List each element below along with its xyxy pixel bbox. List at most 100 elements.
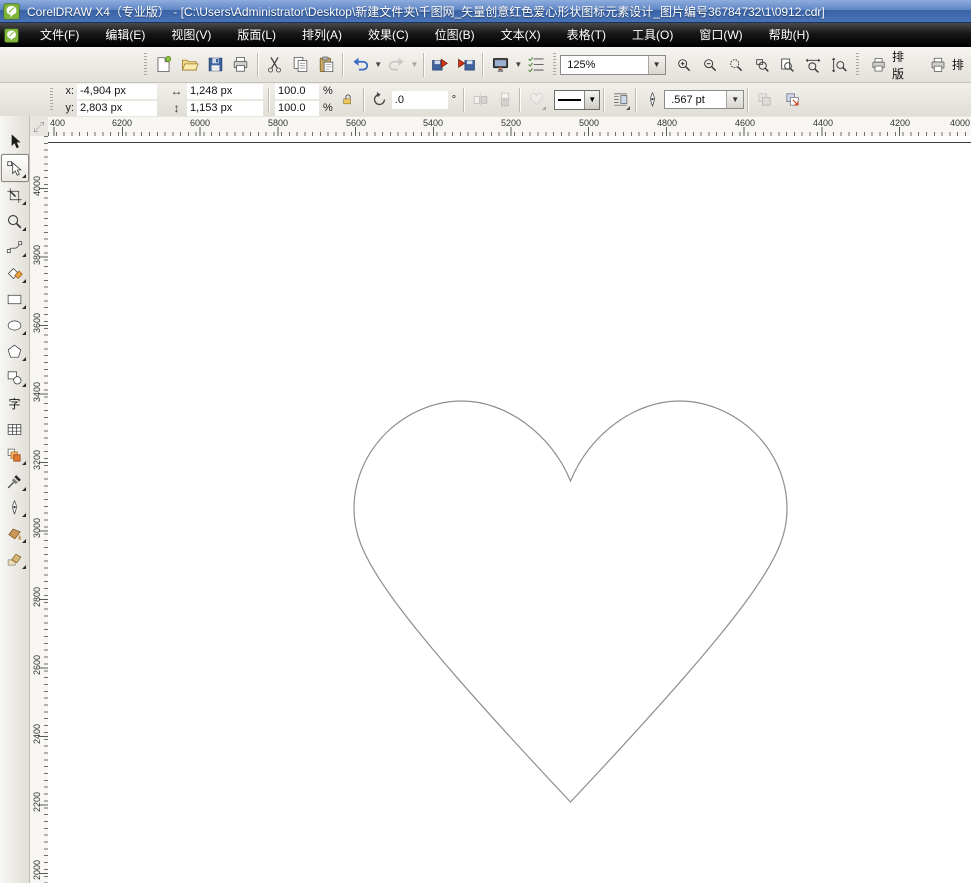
application-launcher-button[interactable] bbox=[487, 52, 513, 78]
ruler-label: 3400 bbox=[32, 377, 42, 407]
scale-v-field[interactable]: 100.0 bbox=[275, 101, 319, 116]
rectangle-tool[interactable] bbox=[2, 286, 28, 312]
save-button[interactable] bbox=[202, 52, 228, 78]
zoom-tool[interactable] bbox=[2, 208, 28, 234]
application-launcher-dropdown[interactable]: ▼ bbox=[513, 52, 524, 78]
zoom-level-dropdown-button[interactable]: ▼ bbox=[648, 56, 665, 74]
toolbar-drag-handle[interactable] bbox=[856, 53, 859, 77]
menu-window[interactable]: 窗口(W) bbox=[686, 23, 755, 47]
cut-button[interactable] bbox=[262, 52, 288, 78]
scale-with-object-button[interactable] bbox=[780, 88, 804, 112]
layout-button-2[interactable]: 排 bbox=[922, 52, 971, 78]
interactive-blend-tool[interactable] bbox=[2, 442, 28, 468]
toolbar-separator bbox=[603, 88, 605, 112]
layout-button[interactable]: 排版 bbox=[863, 52, 922, 78]
outline-style-dropdown-button[interactable]: ▼ bbox=[584, 91, 599, 109]
zoom-page-icon bbox=[779, 57, 795, 73]
import-button[interactable] bbox=[428, 52, 454, 78]
ellipse-tool[interactable] bbox=[2, 312, 28, 338]
redo-dropdown[interactable]: ▼ bbox=[409, 52, 420, 78]
crop-tool[interactable] bbox=[2, 182, 28, 208]
zoom-out-button[interactable] bbox=[697, 52, 723, 78]
zoom-to-page-width-button[interactable] bbox=[800, 52, 826, 78]
behind-fill-button[interactable] bbox=[752, 88, 776, 112]
menu-text[interactable]: 文本(X) bbox=[488, 23, 554, 47]
outline-width-dropdown-button[interactable]: ▼ bbox=[726, 91, 743, 108]
import-icon bbox=[431, 55, 450, 74]
shape-tool[interactable] bbox=[1, 154, 29, 182]
copy-button[interactable] bbox=[288, 52, 314, 78]
object-width-field[interactable]: 1,248 px bbox=[187, 84, 263, 99]
ruler-label: 4400 bbox=[813, 118, 833, 128]
menu-bitmaps[interactable]: 位图(B) bbox=[422, 23, 488, 47]
outline-pen-tool[interactable] bbox=[2, 494, 28, 520]
zoom-all-objects-icon bbox=[754, 57, 770, 73]
scissors-icon bbox=[265, 55, 284, 74]
y-position-field[interactable]: 2,803 px bbox=[77, 101, 157, 116]
outline-width-value: .567 pt bbox=[665, 94, 726, 106]
polygon-tool[interactable] bbox=[2, 338, 28, 364]
eyedropper-tool[interactable] bbox=[2, 468, 28, 494]
outline-width-combo[interactable]: .567 pt ▼ bbox=[664, 90, 744, 109]
pick-tool[interactable] bbox=[2, 128, 28, 154]
scale-factor-group: 100.0 % 100.0 % bbox=[275, 84, 333, 116]
solid-line-swatch bbox=[555, 91, 584, 109]
perfect-shape-picker[interactable] bbox=[524, 88, 548, 112]
smart-fill-tool[interactable] bbox=[2, 260, 28, 286]
outline-style-selector[interactable]: ▼ bbox=[554, 90, 600, 110]
object-size-group: ↔ 1,248 px ↕ 1,153 px bbox=[169, 84, 263, 116]
zoom-to-selection-button[interactable] bbox=[723, 52, 749, 78]
object-height-field[interactable]: 1,153 px bbox=[187, 101, 263, 116]
heart-outline-shape[interactable] bbox=[352, 399, 789, 804]
freehand-tool[interactable] bbox=[2, 234, 28, 260]
text-tool[interactable] bbox=[2, 390, 28, 416]
menu-tools[interactable]: 工具(O) bbox=[619, 23, 686, 47]
basic-shapes-tool[interactable] bbox=[2, 364, 28, 390]
title-bar[interactable]: CorelDRAW X4（专业版） - [C:\Users\Administra… bbox=[0, 0, 971, 23]
interactive-fill-tool[interactable] bbox=[2, 546, 28, 572]
menu-help[interactable]: 帮助(H) bbox=[756, 23, 823, 47]
menu-effects[interactable]: 效果(C) bbox=[355, 23, 422, 47]
x-position-field[interactable]: -4,904 px bbox=[77, 84, 157, 99]
zoom-to-page-button[interactable] bbox=[775, 52, 801, 78]
vertical-ruler[interactable]: 4000380036003400320030002800260024002200… bbox=[30, 136, 49, 883]
zoom-to-all-objects-button[interactable] bbox=[749, 52, 775, 78]
open-folder-icon bbox=[180, 55, 199, 74]
paste-button[interactable] bbox=[313, 52, 339, 78]
open-button[interactable] bbox=[176, 52, 202, 78]
zoom-level-value: 125% bbox=[561, 59, 647, 71]
mirror-vertical-button[interactable] bbox=[492, 88, 516, 112]
menu-arrange[interactable]: 排列(A) bbox=[289, 23, 355, 47]
fill-tool[interactable] bbox=[2, 520, 28, 546]
ruler-label: 2000 bbox=[32, 855, 42, 883]
toolbar-drag-handle[interactable] bbox=[553, 53, 556, 77]
undo-dropdown[interactable]: ▼ bbox=[373, 52, 384, 78]
toolbar-drag-handle[interactable] bbox=[50, 88, 53, 112]
horizontal-ruler[interactable]: 4006200600058005600540052005000480046004… bbox=[48, 117, 971, 137]
mirror-horizontal-button[interactable] bbox=[468, 88, 492, 112]
toolbar-drag-handle[interactable] bbox=[144, 53, 147, 77]
export-button[interactable] bbox=[454, 52, 480, 78]
coreldraw-app-icon bbox=[3, 3, 20, 20]
menu-table[interactable]: 表格(T) bbox=[554, 23, 619, 47]
menu-view[interactable]: 视图(V) bbox=[158, 23, 224, 47]
mirror-vertical-icon bbox=[496, 91, 513, 108]
wrap-paragraph-text-button[interactable] bbox=[608, 88, 632, 112]
menu-layout[interactable]: 版面(L) bbox=[224, 23, 289, 47]
zoom-level-combo[interactable]: 125% ▼ bbox=[560, 55, 665, 75]
zoom-to-page-height-button[interactable] bbox=[826, 52, 852, 78]
redo-button[interactable] bbox=[383, 52, 409, 78]
welcome-options-button[interactable] bbox=[524, 52, 550, 78]
table-tool[interactable] bbox=[2, 416, 28, 442]
menu-edit[interactable]: 编辑(E) bbox=[92, 23, 158, 47]
new-button[interactable] bbox=[151, 52, 177, 78]
zoom-in-button[interactable] bbox=[671, 52, 697, 78]
ruler-origin-corner[interactable] bbox=[30, 117, 48, 136]
print-button[interactable] bbox=[228, 52, 254, 78]
rotation-angle-field[interactable]: .0 bbox=[392, 91, 448, 109]
drawing-canvas[interactable] bbox=[48, 136, 971, 883]
lock-ratio-button[interactable] bbox=[341, 93, 354, 106]
menu-file[interactable]: 文件(F) bbox=[27, 23, 92, 47]
scale-h-field[interactable]: 100.0 bbox=[275, 84, 319, 99]
undo-button[interactable] bbox=[347, 52, 373, 78]
